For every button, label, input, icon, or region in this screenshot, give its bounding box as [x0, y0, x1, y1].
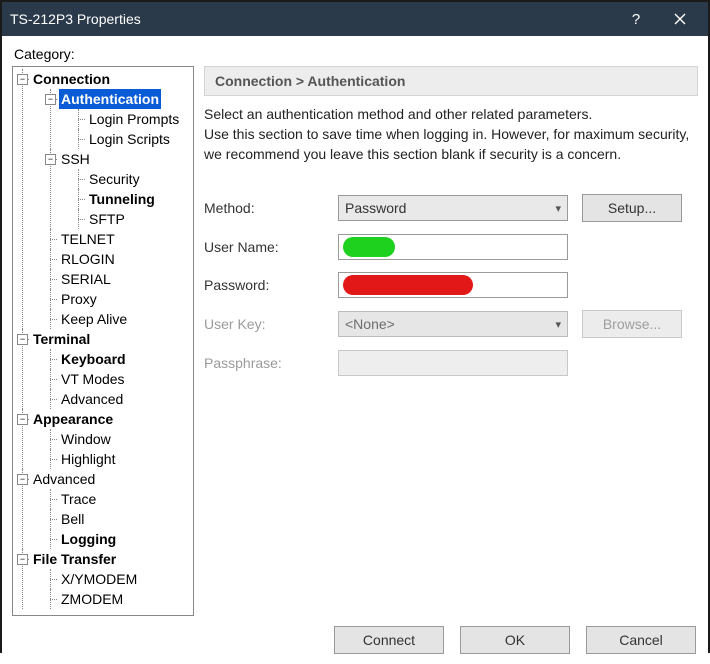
tree-bell[interactable]: Bell [59, 509, 86, 529]
username-field[interactable] [338, 234, 568, 260]
tree-trace[interactable]: Trace [59, 489, 98, 509]
description-line: Select an authentication method and othe… [204, 104, 698, 124]
username-label: User Name: [204, 239, 324, 255]
tree-toggle-icon[interactable]: − [17, 474, 28, 485]
tree-serial[interactable]: SERIAL [59, 269, 113, 289]
tree-xymodem[interactable]: X/YMODEM [59, 569, 139, 589]
auth-form: Method: Password ▾ Setup... User Name: P… [204, 194, 698, 376]
tree-window[interactable]: Window [59, 429, 113, 449]
method-dropdown[interactable]: Password ▾ [338, 195, 568, 221]
redacted-pill [343, 237, 395, 257]
category-label: Category: [12, 42, 698, 66]
password-label: Password: [204, 277, 324, 293]
userkey-label: User Key: [204, 316, 324, 332]
tree-toggle-icon[interactable]: − [45, 154, 56, 165]
connect-button[interactable]: Connect [334, 626, 444, 654]
description-line: Use this section to save time when loggi… [204, 124, 698, 164]
passphrase-label: Passphrase: [204, 355, 324, 371]
tree-logging[interactable]: Logging [59, 529, 118, 549]
tree-toggle-icon[interactable]: − [17, 414, 28, 425]
tree-rlogin[interactable]: RLOGIN [59, 249, 117, 269]
tree-zmodem[interactable]: ZMODEM [59, 589, 125, 609]
browse-button: Browse... [582, 310, 682, 338]
dialog-footer: Connect OK Cancel [12, 616, 698, 654]
tree-sftp[interactable]: SFTP [87, 209, 127, 229]
main-panel: Connection > Authentication Select an au… [204, 66, 698, 616]
method-label: Method: [204, 200, 324, 216]
tree-security[interactable]: Security [87, 169, 142, 189]
breadcrumb: Connection > Authentication [204, 66, 698, 96]
properties-dialog: TS-212P3 Properties ? Category: − Connec… [0, 0, 710, 653]
tree-telnet[interactable]: TELNET [59, 229, 117, 249]
tree-toggle-icon[interactable]: − [17, 334, 28, 345]
window-title: TS-212P3 Properties [10, 11, 614, 27]
tree-connection[interactable]: Connection [31, 69, 112, 89]
tree-advanced-terminal[interactable]: Advanced [59, 389, 125, 409]
tree-login-scripts[interactable]: Login Scripts [87, 129, 172, 149]
tree-highlight[interactable]: Highlight [59, 449, 117, 469]
close-button[interactable] [658, 2, 702, 36]
tree-authentication[interactable]: Authentication [59, 89, 161, 109]
tree-proxy[interactable]: Proxy [59, 289, 99, 309]
description: Select an authentication method and othe… [204, 104, 698, 164]
tree-tunneling[interactable]: Tunneling [87, 189, 157, 209]
titlebar: TS-212P3 Properties ? [2, 2, 708, 36]
tree-toggle-icon[interactable]: − [45, 94, 56, 105]
tree-appearance[interactable]: Appearance [31, 409, 115, 429]
tree-keyboard[interactable]: Keyboard [59, 349, 128, 369]
userkey-dropdown: <None> ▾ [338, 311, 568, 337]
tree-vt-modes[interactable]: VT Modes [59, 369, 127, 389]
password-field[interactable] [338, 272, 568, 298]
tree-advanced[interactable]: Advanced [31, 469, 97, 489]
tree-keep-alive[interactable]: Keep Alive [59, 309, 129, 329]
help-button[interactable]: ? [614, 2, 658, 36]
close-icon [674, 13, 686, 25]
chevron-down-icon: ▾ [555, 318, 561, 331]
tree-toggle-icon[interactable]: − [17, 554, 28, 565]
dialog-body: Category: − Connection − Authentication … [2, 36, 708, 664]
category-tree[interactable]: − Connection − Authentication Login Prom… [12, 66, 194, 616]
tree-ssh[interactable]: SSH [59, 149, 92, 169]
help-icon: ? [632, 11, 640, 28]
tree-toggle-icon[interactable]: − [17, 74, 28, 85]
chevron-down-icon: ▾ [555, 202, 561, 215]
tree-terminal[interactable]: Terminal [31, 329, 92, 349]
tree-file-transfer[interactable]: File Transfer [31, 549, 118, 569]
userkey-value: <None> [345, 316, 395, 332]
passphrase-field [338, 350, 568, 376]
redacted-pill [343, 275, 473, 295]
columns: − Connection − Authentication Login Prom… [12, 66, 698, 616]
tree-login-prompts[interactable]: Login Prompts [87, 109, 181, 129]
cancel-button[interactable]: Cancel [586, 626, 696, 654]
method-value: Password [345, 200, 406, 216]
setup-button[interactable]: Setup... [582, 194, 682, 222]
ok-button[interactable]: OK [460, 626, 570, 654]
